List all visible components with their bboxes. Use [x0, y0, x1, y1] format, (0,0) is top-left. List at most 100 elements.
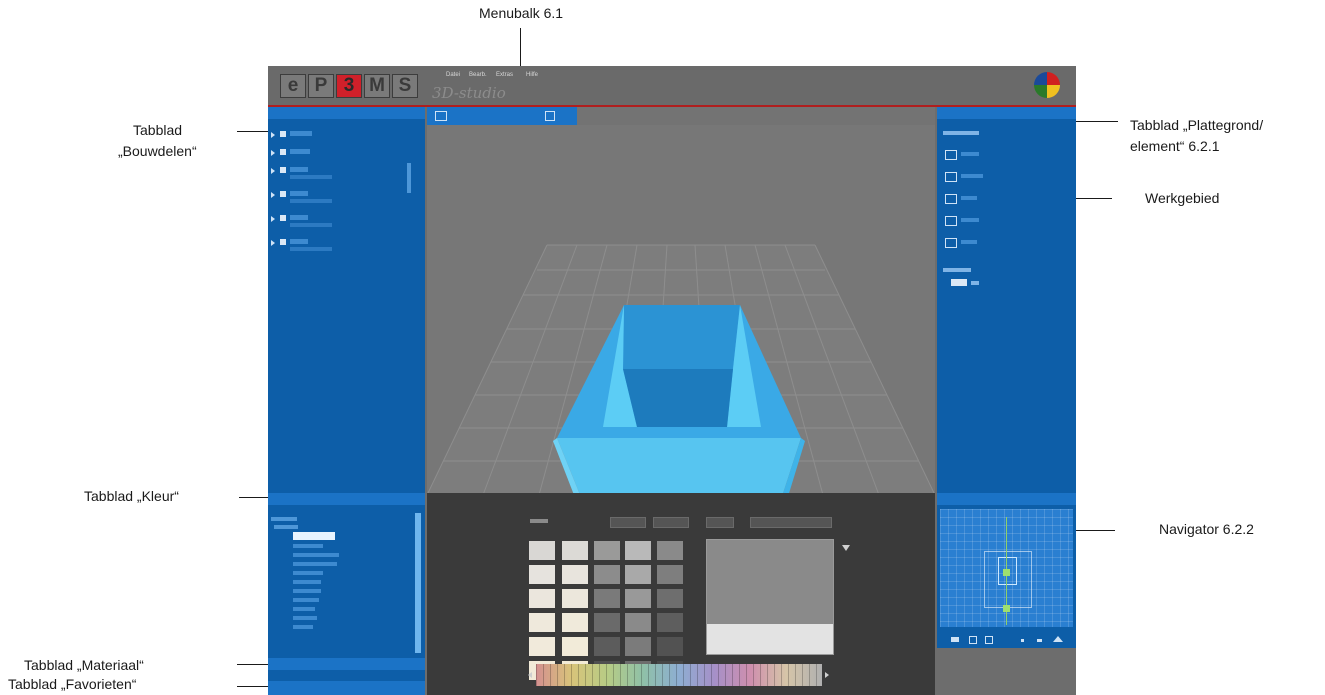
- bouwdeel-row-2[interactable]: [290, 149, 310, 154]
- visibility-icon[interactable]: [280, 167, 286, 173]
- color-swatch[interactable]: [657, 613, 683, 632]
- bouwdelen-tab-header[interactable]: [268, 107, 425, 119]
- kleur-tree-item[interactable]: [293, 598, 319, 602]
- kleur-search-input[interactable]: [750, 517, 832, 528]
- werkgebied-3d-view[interactable]: [427, 125, 935, 549]
- menu-item-3[interactable]: Extras: [496, 72, 513, 78]
- kleur-tree-item[interactable]: [293, 589, 321, 593]
- kleur-scrollbar[interactable]: [415, 513, 421, 653]
- floorplan-type-label[interactable]: [961, 218, 979, 222]
- kleur-field-2[interactable]: [653, 517, 689, 528]
- fold-arrow-icon[interactable]: [271, 168, 275, 174]
- navigator-view[interactable]: [940, 509, 1073, 627]
- kleur-tree-group[interactable]: [274, 525, 298, 529]
- visibility-icon[interactable]: [280, 191, 286, 197]
- kleur-tree-item[interactable]: [293, 616, 317, 620]
- color-swatch[interactable]: [529, 613, 555, 632]
- fold-arrow-icon[interactable]: [271, 240, 275, 246]
- kleur-tree-item[interactable]: [293, 553, 339, 557]
- color-palette-strip[interactable]: [536, 664, 822, 686]
- kleur-field-1[interactable]: [610, 517, 646, 528]
- palette-scroll-left-icon[interactable]: [528, 672, 532, 678]
- color-swatch[interactable]: [562, 565, 588, 584]
- color-swatch[interactable]: [562, 589, 588, 608]
- kleur-tree-item[interactable]: [293, 562, 337, 566]
- color-swatch[interactable]: [657, 565, 683, 584]
- visibility-icon[interactable]: [280, 131, 286, 137]
- color-swatch[interactable]: [562, 637, 588, 656]
- color-swatch[interactable]: [562, 541, 588, 560]
- color-swatch[interactable]: [562, 613, 588, 632]
- bouwdeel-row-4[interactable]: [290, 191, 308, 196]
- color-swatch[interactable]: [594, 541, 620, 560]
- color-swatch[interactable]: [594, 637, 620, 656]
- kleur-tree-item[interactable]: [293, 544, 323, 548]
- menu-item-1[interactable]: Datei: [446, 72, 460, 78]
- kleur-tab-header[interactable]: [268, 493, 425, 505]
- floorplan-type-label[interactable]: [961, 174, 983, 178]
- menu-item-2[interactable]: Bearb.: [469, 72, 487, 78]
- floorplan-type-label[interactable]: [961, 240, 977, 244]
- color-swatch[interactable]: [657, 637, 683, 656]
- color-swatch[interactable]: [625, 589, 651, 608]
- bouwdelen-scrollbar[interactable]: [407, 163, 411, 193]
- color-swatch[interactable]: [594, 565, 620, 584]
- color-swatch[interactable]: [529, 541, 555, 560]
- visibility-icon[interactable]: [280, 239, 286, 245]
- kleur-tree-root[interactable]: [271, 517, 297, 521]
- floorplan-type-label[interactable]: [961, 152, 979, 156]
- palette-scroll-right-icon[interactable]: [825, 672, 829, 678]
- color-swatch[interactable]: [625, 637, 651, 656]
- navigator-tool-icon[interactable]: [1053, 636, 1063, 642]
- menu-item-4[interactable]: Hilfe: [526, 72, 538, 78]
- floorplan-type-icon[interactable]: [945, 172, 957, 182]
- floorplan-type-icon[interactable]: [945, 150, 957, 160]
- fold-arrow-icon[interactable]: [271, 216, 275, 222]
- kleur-field-3[interactable]: [706, 517, 734, 528]
- navigator-view-icon[interactable]: [1003, 569, 1010, 576]
- floorplan-type-icon[interactable]: [945, 238, 957, 248]
- color-swatch[interactable]: [657, 541, 683, 560]
- fold-arrow-icon[interactable]: [271, 132, 275, 138]
- floorplan-type-label[interactable]: [961, 196, 977, 200]
- color-swatch[interactable]: [529, 565, 555, 584]
- bouwdeel-row-1[interactable]: [290, 131, 312, 136]
- werkgebied[interactable]: [427, 125, 935, 549]
- toolbar-view-icon[interactable]: [545, 111, 555, 121]
- floorplan-type-icon[interactable]: [945, 216, 957, 226]
- color-swatch[interactable]: [657, 589, 683, 608]
- visibility-icon[interactable]: [280, 149, 286, 155]
- fold-arrow-icon[interactable]: [271, 192, 275, 198]
- color-swatch[interactable]: [594, 589, 620, 608]
- navigator-tool-icon[interactable]: [1021, 639, 1024, 642]
- color-swatch[interactable]: [625, 565, 651, 584]
- bouwdeel-row-6[interactable]: [290, 239, 308, 244]
- color-swatch[interactable]: [529, 589, 555, 608]
- floorplan-type-icon[interactable]: [945, 194, 957, 204]
- bouwdeel-row-5[interactable]: [290, 215, 308, 220]
- materiaal-tab[interactable]: [268, 658, 425, 670]
- favorieten-tab[interactable]: [268, 681, 425, 695]
- camera-icon[interactable]: [1003, 605, 1010, 612]
- fold-arrow-icon[interactable]: [271, 150, 275, 156]
- color-swatch[interactable]: [625, 613, 651, 632]
- kleur-tree-item[interactable]: [293, 607, 315, 611]
- filter-icon[interactable]: [842, 545, 850, 551]
- kleur-tree-item[interactable]: [293, 625, 313, 629]
- visibility-icon[interactable]: [280, 215, 286, 221]
- navigator-tab-header[interactable]: [937, 493, 1076, 505]
- color-swatch[interactable]: [529, 637, 555, 656]
- navigator-tool-icon[interactable]: [985, 636, 993, 644]
- toolbar-tool-icon[interactable]: [435, 111, 447, 121]
- bouwdeel-row-3[interactable]: [290, 167, 308, 172]
- navigator-tool-icon[interactable]: [1037, 639, 1042, 642]
- plattegrond-tab-header[interactable]: [937, 107, 1076, 119]
- color-swatch[interactable]: [594, 613, 620, 632]
- kleur-tree-item[interactable]: [293, 571, 323, 575]
- navigator-tool-icon[interactable]: [969, 636, 977, 644]
- color-swatch[interactable]: [625, 541, 651, 560]
- navigator-tool-icon[interactable]: [951, 637, 959, 642]
- kleur-tree-selected[interactable]: [293, 532, 335, 540]
- kleur-tree-item[interactable]: [293, 580, 321, 584]
- wall-thickness-input[interactable]: [951, 279, 967, 286]
